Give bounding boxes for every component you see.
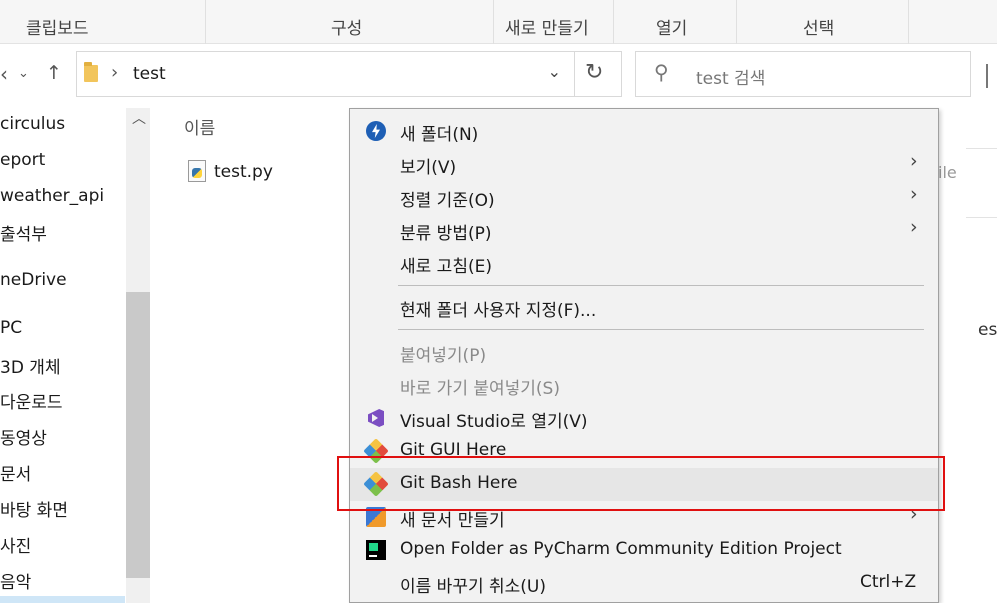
nav-item[interactable]: 음악 — [0, 568, 31, 593]
search-input[interactable]: ⚲ test 검색 — [635, 51, 971, 97]
nav-item[interactable]: 다운로드 — [0, 388, 63, 413]
ribbon-divider — [493, 0, 494, 44]
nav-item[interactable]: circulus — [0, 114, 65, 134]
nav-item-onedrive[interactable]: neDrive — [0, 270, 67, 290]
up-arrow-icon[interactable]: ↑ — [46, 62, 62, 84]
ribbon-group-labels: 클립보드 구성 새로 만들기 열기 선택 — [0, 0, 997, 44]
python-file-icon — [188, 160, 206, 182]
submenu-arrow-icon: › — [910, 183, 918, 205]
nav-item[interactable]: 출석부 — [0, 220, 47, 245]
ribbon-select-label: 선택 — [803, 19, 835, 39]
submenu-arrow-icon: › — [910, 150, 918, 172]
breadcrumb-chevron-icon[interactable]: › — [111, 62, 118, 83]
menu-item-view[interactable]: 보기(V) › — [350, 148, 938, 181]
menu-item-label: Visual Studio로 열기(V) — [400, 412, 588, 432]
nav-item[interactable]: 문서 — [0, 460, 31, 485]
details-pane-partial: es — [978, 320, 997, 340]
menu-item-undo-rename[interactable]: 이름 바꾸기 취소(U) Ctrl+Z — [350, 567, 938, 600]
nav-item[interactable]: weather_api — [0, 186, 104, 206]
menu-item-open-pycharm[interactable]: Open Folder as PyCharm Community Edition… — [350, 534, 938, 567]
divider — [966, 148, 997, 149]
menu-item-group-by[interactable]: 분류 방법(P) › — [350, 214, 938, 247]
breadcrumb-current-folder[interactable]: test — [133, 64, 166, 84]
menu-item-open-visual-studio[interactable]: Visual Studio로 열기(V) — [350, 402, 938, 435]
menu-item-label: 보기(V) — [400, 158, 457, 178]
new-folder-icon — [366, 121, 386, 141]
menu-item-label: 분류 방법(P) — [400, 224, 492, 244]
menu-item-sort-by[interactable]: 정렬 기준(O) › — [350, 181, 938, 214]
nav-item[interactable]: 사진 — [0, 532, 31, 557]
ribbon-organize-label: 구성 — [331, 19, 363, 39]
column-header-name[interactable]: 이름 — [184, 114, 215, 139]
context-menu: 새 폴더(N) 보기(V) › 정렬 기준(O) › 분류 방법(P) › 새로… — [349, 108, 939, 603]
scroll-up-chevron-icon[interactable]: ︿ — [132, 108, 146, 128]
menu-item-refresh[interactable]: 새로 고침(E) — [350, 247, 938, 280]
menu-item-label: 새 폴더(N) — [400, 125, 479, 145]
menu-item-paste: 붙여넣기(P) — [350, 336, 938, 369]
file-name: test.py — [214, 162, 273, 182]
menu-item-paste-shortcut: 바로 가기 붙여넣기(S) — [350, 369, 938, 402]
scrollbar-thumb[interactable] — [126, 292, 150, 578]
menu-separator — [398, 285, 924, 286]
address-history-dropdown-icon[interactable]: ⌄ — [548, 62, 561, 81]
ribbon-divider — [736, 0, 737, 44]
menu-item-label: Open Folder as PyCharm Community Edition… — [400, 539, 842, 559]
annotation-highlight-box — [337, 456, 945, 511]
ribbon-divider — [205, 0, 206, 44]
address-bar[interactable]: › test ⌄ — [76, 51, 622, 97]
refresh-icon[interactable]: ↻ — [585, 60, 603, 85]
submenu-arrow-icon: › — [910, 216, 918, 238]
menu-item-new-folder[interactable]: 새 폴더(N) — [350, 115, 938, 148]
nav-item-this-pc[interactable]: PC — [0, 318, 22, 338]
nav-item[interactable]: 3D 개체 — [0, 353, 61, 378]
nav-item[interactable]: 바탕 화면 — [0, 496, 68, 521]
shortcut-label: Ctrl+Z — [860, 572, 917, 592]
recent-locations-chevron-icon[interactable]: ⌄ — [18, 66, 29, 81]
nav-item[interactable]: eport — [0, 150, 45, 170]
menu-item-label: 현재 폴더 사용자 지정(F)... — [400, 301, 597, 321]
ribbon-divider — [613, 0, 614, 44]
column-header-partial: ile — [938, 163, 957, 182]
ribbon-open-label: 열기 — [656, 19, 688, 39]
back-arrow-icon[interactable]: ‹ — [0, 62, 8, 86]
ribbon-divider — [908, 0, 909, 44]
folder-icon — [84, 62, 98, 82]
nav-item-selected-partial[interactable] — [0, 596, 125, 603]
menu-item-customize-folder[interactable]: 현재 폴더 사용자 지정(F)... — [350, 291, 938, 324]
address-divider — [574, 52, 575, 96]
divider — [966, 217, 997, 218]
menu-separator — [398, 329, 924, 330]
menu-item-label: 붙여넣기(P) — [400, 346, 487, 366]
window-edge-mark — [986, 64, 988, 88]
visual-studio-icon — [366, 408, 386, 428]
menu-item-label: 정렬 기준(O) — [400, 191, 495, 211]
ribbon-clipboard-label: 클립보드 — [26, 19, 89, 39]
pycharm-icon — [366, 540, 386, 560]
search-placeholder: test 검색 — [696, 69, 766, 89]
nav-item[interactable]: 동영상 — [0, 424, 47, 449]
menu-item-label: 바로 가기 붙여넣기(S) — [400, 379, 560, 399]
menu-item-label: 새로 고침(E) — [400, 257, 492, 277]
search-icon: ⚲ — [654, 60, 669, 84]
menu-item-label: 이름 바꾸기 취소(U) — [400, 577, 546, 597]
ribbon-new-label: 새로 만들기 — [505, 19, 589, 39]
